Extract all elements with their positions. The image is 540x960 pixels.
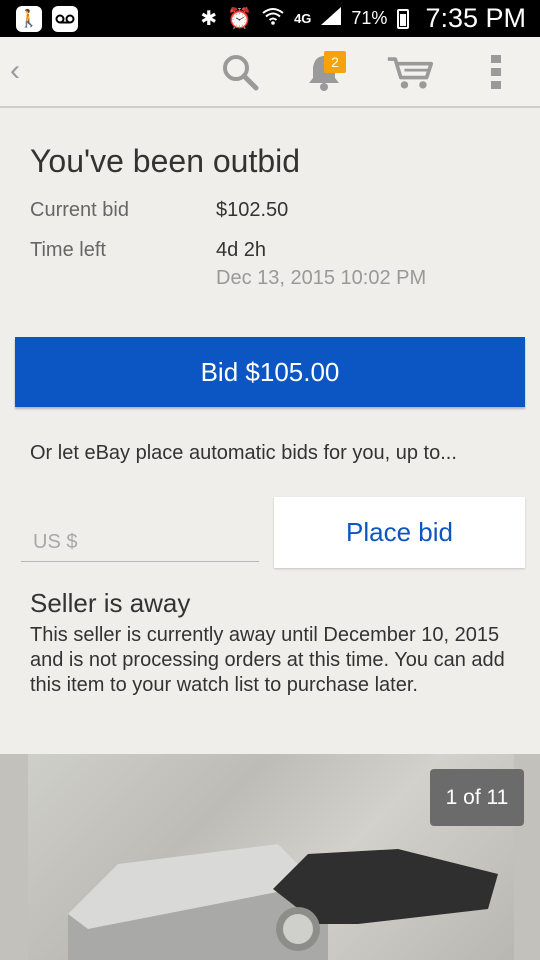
place-bid-button[interactable]: Place bid: [274, 497, 525, 568]
seller-away-message: This seller is currently away until Dece…: [30, 624, 505, 696]
wifi-icon: [262, 7, 284, 30]
battery-icon: [397, 8, 410, 29]
max-bid-input[interactable]: US $: [21, 527, 259, 562]
max-bid-placeholder: US $: [33, 531, 78, 553]
time-left-label: Time left: [30, 239, 106, 261]
page-title: You've been outbid: [30, 143, 301, 179]
network-type: 4G: [294, 11, 312, 26]
status-bar: 🚶 ✱ ⏰ 4G 71% 7:35 PM: [0, 0, 540, 37]
cart-icon: [387, 57, 434, 89]
notification-badge: 2: [324, 51, 346, 73]
image-counter: 1 of 11: [430, 769, 524, 826]
accessibility-icon: 🚶: [16, 6, 42, 32]
app-toolbar: ‹ 2: [0, 37, 540, 108]
auto-bid-text: Or let eBay place automatic bids for you…: [30, 442, 457, 464]
seller-away-title: Seller is away: [30, 588, 191, 618]
bid-button[interactable]: Bid $105.00: [15, 337, 525, 407]
signal-icon: [321, 7, 342, 30]
cart-button[interactable]: [386, 49, 434, 95]
bluetooth-icon: ✱: [200, 7, 218, 30]
back-chevron-icon[interactable]: ‹: [4, 53, 26, 89]
alarm-icon: ⏰: [227, 7, 253, 30]
time-left-value: 4d 2h: [216, 239, 267, 261]
search-icon: [223, 55, 259, 91]
image-gallery[interactable]: 1 of 11: [0, 754, 540, 960]
current-bid-value: $102.50: [216, 199, 289, 221]
current-bid-label: Current bid: [30, 199, 129, 221]
clock: 7:35 PM: [425, 3, 526, 33]
voicemail-icon: [52, 6, 78, 32]
more-vert-icon: [491, 55, 501, 89]
search-button[interactable]: [216, 49, 264, 95]
end-date: Dec 13, 2015 10:02 PM: [216, 267, 427, 289]
overflow-menu-button[interactable]: [472, 49, 520, 95]
battery-percent: 71%: [351, 8, 388, 28]
notifications-button[interactable]: 2: [300, 49, 348, 95]
